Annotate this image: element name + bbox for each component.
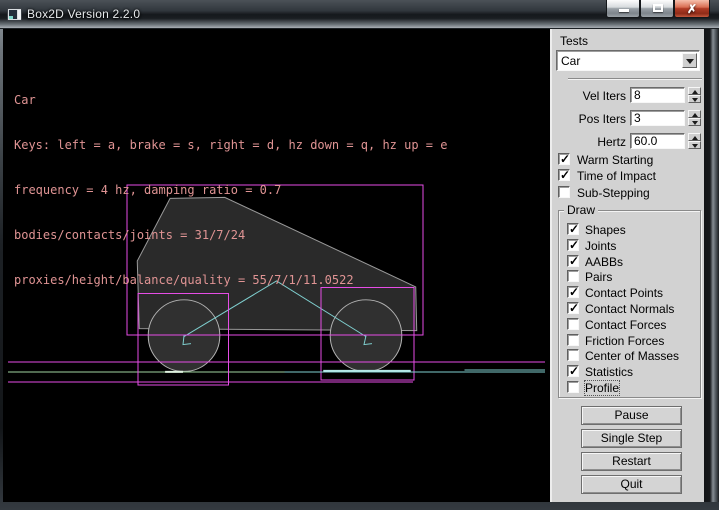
draw-group-legend: Draw — [564, 203, 598, 217]
aabbs-label: AABBs — [585, 255, 623, 269]
quit-button[interactable]: Quit — [581, 475, 682, 494]
spinner-up-icon — [692, 113, 698, 117]
checkmark-icon: ✓ — [569, 238, 579, 252]
tests-label: Tests — [560, 34, 588, 48]
contact-normals-label: Contact Normals — [585, 302, 674, 316]
maximize-icon — [653, 4, 663, 12]
minimize-icon — [619, 9, 629, 12]
time-of-impact-label: Time of Impact — [577, 169, 656, 183]
center-of-masses-checkbox[interactable] — [567, 349, 579, 361]
pos-iters-label: Pos Iters — [552, 112, 626, 126]
checkmark-icon: ✓ — [560, 152, 570, 166]
joints-checkbox[interactable]: ✓ — [567, 239, 579, 251]
checkmark-icon: ✓ — [569, 222, 579, 236]
hertz-label: Hertz — [552, 135, 626, 149]
hertz-input[interactable] — [630, 133, 685, 149]
close-button[interactable]: ✗ — [674, 0, 710, 18]
checkmark-icon: ✓ — [560, 168, 570, 182]
checkmark-icon: ✓ — [569, 254, 579, 268]
vel-iters-spin-up[interactable] — [688, 87, 701, 95]
hertz-spin-up[interactable] — [688, 133, 701, 141]
warm-starting-label: Warm Starting — [577, 153, 653, 167]
spinner-up-icon — [692, 90, 698, 94]
pos-iters-spin-up[interactable] — [688, 110, 701, 118]
hud-line-frequency: frequency = 4 hz, damping ratio = 0.7 — [14, 183, 554, 198]
sub-stepping-label: Sub-Stepping — [577, 186, 650, 200]
pause-button[interactable]: Pause — [581, 406, 682, 425]
maximize-button[interactable] — [640, 0, 674, 18]
statistics-checkbox[interactable]: ✓ — [567, 365, 579, 377]
joints-label: Joints — [585, 239, 616, 253]
checkmark-icon: ✓ — [569, 364, 579, 378]
hertz-spinner — [688, 133, 701, 149]
restart-button[interactable]: Restart — [581, 452, 682, 471]
contact-points-checkbox[interactable]: ✓ — [567, 286, 579, 298]
hud-text: Car Keys: left = a, brake = s, right = d… — [14, 63, 554, 318]
pos-iters-input[interactable] — [630, 110, 685, 126]
statistics-label: Statistics — [585, 365, 633, 379]
friction-forces-label: Friction Forces — [585, 334, 664, 348]
contact-forces-checkbox[interactable] — [567, 318, 579, 330]
warm-starting-checkbox[interactable]: ✓ — [558, 153, 570, 165]
time-of-impact-checkbox[interactable]: ✓ — [558, 169, 570, 181]
shapes-label: Shapes — [585, 223, 626, 237]
checkmark-icon: ✓ — [569, 285, 579, 299]
hud-line-keys: Keys: left = a, brake = s, right = d, hz… — [14, 138, 554, 153]
panel-separator — [568, 78, 702, 80]
simulation-viewport[interactable]: Car Keys: left = a, brake = s, right = d… — [3, 29, 550, 502]
vel-iters-spin-down[interactable] — [688, 95, 701, 103]
contact-points-label: Contact Points — [585, 286, 663, 300]
vel-iters-label: Vel Iters — [552, 89, 626, 103]
pos-iters-spin-down[interactable] — [688, 118, 701, 126]
vel-iters-spinner — [688, 87, 701, 103]
hud-line-bodies: bodies/contacts/joints = 31/7/24 — [14, 228, 554, 243]
hud-line-proxies: proxies/height/balance/quality = 55/7/1/… — [14, 273, 554, 288]
app-icon-accent — [9, 16, 13, 19]
vel-iters-input[interactable] — [630, 87, 685, 103]
pairs-label: Pairs — [585, 270, 612, 284]
spinner-up-icon — [692, 136, 698, 140]
pairs-checkbox[interactable] — [567, 270, 579, 282]
tests-dropdown-button[interactable] — [682, 53, 697, 68]
close-icon: ✗ — [675, 2, 709, 16]
shapes-checkbox[interactable]: ✓ — [567, 223, 579, 235]
profile-label: Profile — [585, 381, 619, 395]
hud-line-test-name: Car — [14, 93, 554, 108]
spinner-down-icon — [692, 98, 698, 102]
draw-group: Draw ✓ Shapes ✓ Joints ✓ AABBs Pairs ✓ C… — [558, 210, 701, 398]
sub-stepping-checkbox[interactable] — [558, 186, 570, 198]
center-of-masses-label: Center of Masses — [585, 349, 679, 363]
window-border-right — [704, 29, 719, 502]
app-icon — [7, 8, 22, 21]
profile-checkbox[interactable] — [567, 381, 579, 393]
spinner-down-icon — [692, 144, 698, 148]
spinner-down-icon — [692, 121, 698, 125]
hertz-spin-down[interactable] — [688, 141, 701, 149]
app-window: Box2D Version 2.2.0 ✗ — [0, 0, 719, 510]
control-panel: Tests Car Vel Iters Pos Iters Hertz — [550, 29, 704, 502]
tests-dropdown[interactable]: Car — [556, 50, 700, 71]
minimize-button[interactable] — [606, 0, 640, 18]
window-title: Box2D Version 2.2.0 — [27, 7, 140, 21]
app-icon-column — [18, 10, 21, 19]
title-bar[interactable]: Box2D Version 2.2.0 ✗ — [0, 0, 719, 29]
friction-forces-checkbox[interactable] — [567, 334, 579, 346]
aabbs-checkbox[interactable]: ✓ — [567, 255, 579, 267]
checkmark-icon: ✓ — [569, 301, 579, 315]
tests-dropdown-value: Car — [561, 54, 580, 68]
contact-forces-label: Contact Forces — [585, 318, 666, 332]
window-border-bottom — [0, 502, 719, 510]
dropdown-arrow-icon — [686, 59, 694, 64]
single-step-button[interactable]: Single Step — [581, 429, 682, 448]
pos-iters-spinner — [688, 110, 701, 126]
contact-normals-checkbox[interactable]: ✓ — [567, 302, 579, 314]
